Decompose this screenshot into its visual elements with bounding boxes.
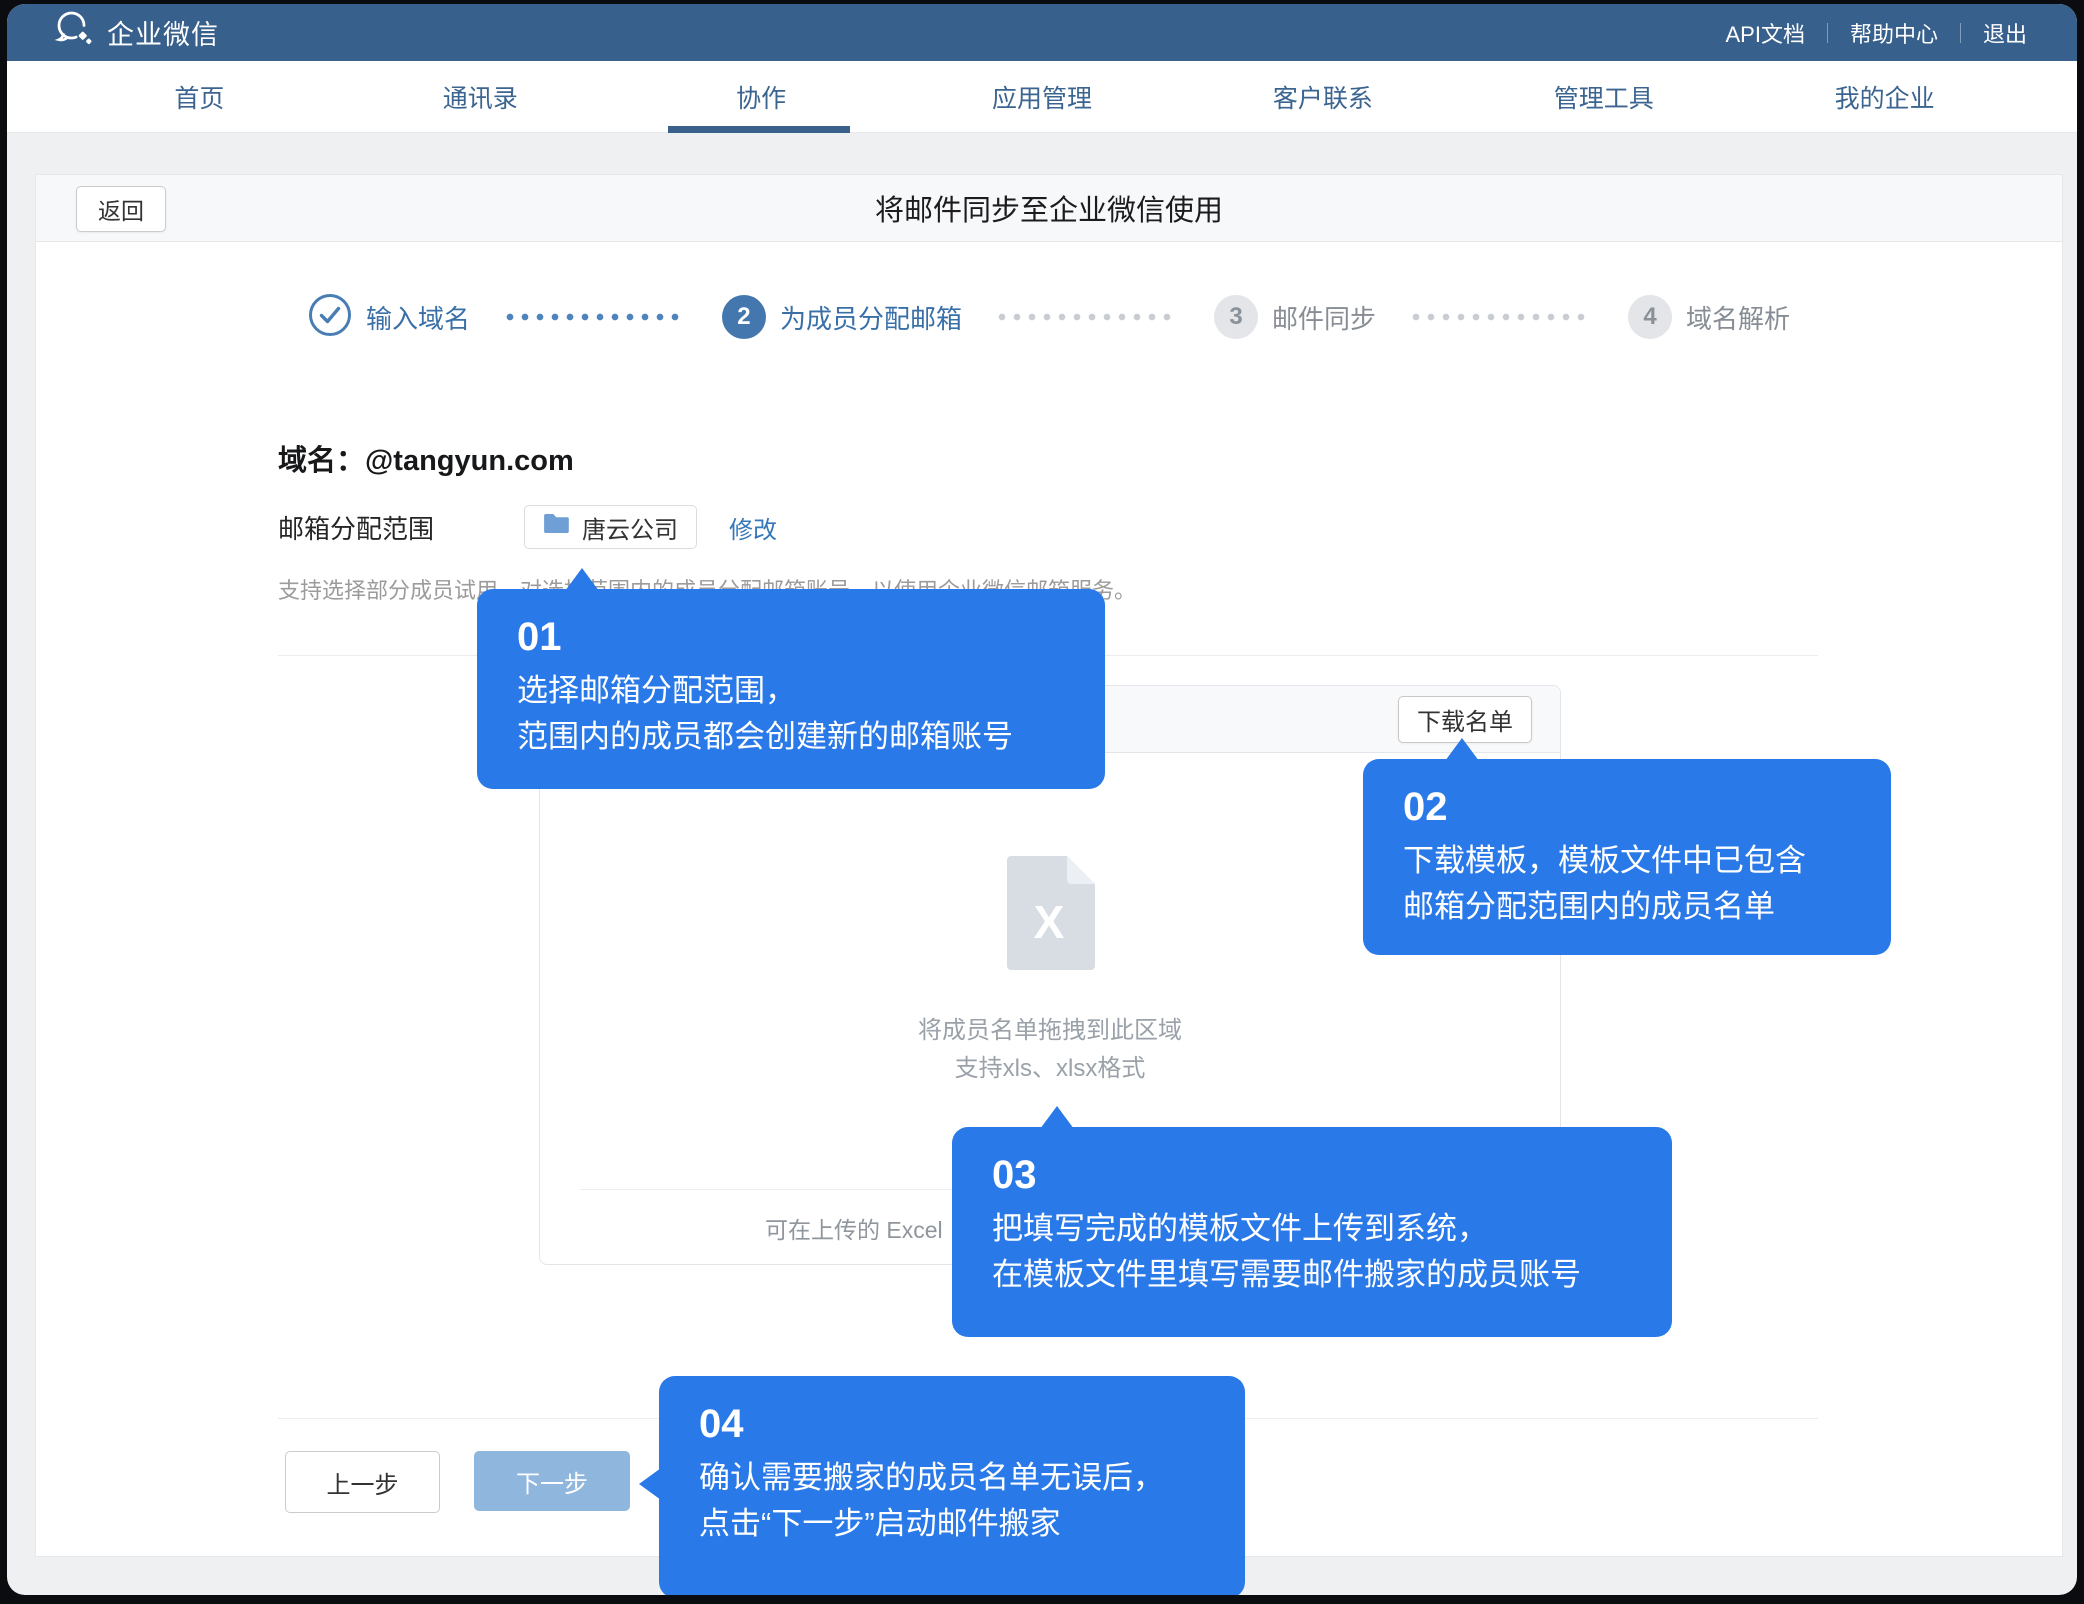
tooltip-text: 点击“下一步”启动邮件搬家 (699, 1501, 1205, 1547)
drop-instruction: 将成员名单拖拽到此区域 (540, 1010, 1560, 1045)
wizard-stepper: 输入域名 2 为成员分配邮箱 3 邮件同步 4 域名解析 (36, 293, 2062, 341)
guide-tooltip-03: 03 把填写完成的模板文件上传到系统， 在模板文件里填写需要邮件搬家的成员账号 (952, 1127, 1672, 1337)
guide-tooltip-04: 04 确认需要搬家的成员名单无误后， 点击“下一步”启动邮件搬家 (659, 1376, 1245, 1595)
brand-logo[interactable]: 企业微信 (53, 10, 219, 55)
tooltip-text: 邮箱分配范围内的成员名单 (1403, 884, 1851, 930)
tab-app-management[interactable]: 应用管理 (902, 61, 1183, 132)
stepper-connector (998, 313, 1178, 321)
tooltip-arrow-up (1040, 1106, 1074, 1129)
tooltip-number: 01 (517, 615, 1065, 660)
tooltip-number: 02 (1403, 785, 1851, 830)
panel-footer-note: 可在上传的 Excel (765, 1211, 943, 1245)
app-screen: 企业微信 API文档 帮助中心 退出 首页 通讯录 协作 应用管理 客户联系 管… (7, 4, 2077, 1595)
step-number-badge: 2 (722, 295, 766, 339)
tooltip-text: 范围内的成员都会创建新的邮箱账号 (517, 714, 1065, 760)
stepper-connector (506, 313, 686, 321)
previous-step-button[interactable]: 上一步 (285, 1451, 440, 1513)
tooltip-text: 选择邮箱分配范围， (517, 668, 1065, 714)
step-label: 域名解析 (1686, 299, 1790, 336)
scope-department-name: 唐云公司 (582, 510, 678, 545)
tooltip-number: 04 (699, 1402, 1205, 1447)
page-title: 将邮件同步至企业微信使用 (36, 175, 2062, 241)
excel-file-icon: X (1007, 856, 1095, 975)
step-number-badge: 4 (1628, 295, 1672, 339)
wechat-work-icon (53, 10, 95, 55)
drop-format-hint: 支持xls、xlsx格式 (540, 1048, 1560, 1083)
tab-collaboration[interactable]: 协作 (621, 61, 902, 132)
api-docs-link[interactable]: API文档 (1722, 17, 1809, 49)
step-label: 邮件同步 (1272, 299, 1376, 336)
tooltip-arrow-left (639, 1468, 661, 1500)
step-domain-resolution: 4 域名解析 (1628, 295, 1790, 339)
step-number-badge: 3 (1214, 295, 1258, 339)
topbar-links: API文档 帮助中心 退出 (1722, 17, 2032, 49)
tab-contacts[interactable]: 通讯录 (340, 61, 621, 132)
tooltip-arrow-up (565, 568, 599, 591)
topbar: 企业微信 API文档 帮助中心 退出 (7, 4, 2077, 61)
tab-management-tools[interactable]: 管理工具 (1463, 61, 1744, 132)
scope-department-chip[interactable]: 唐云公司 (524, 505, 697, 549)
logout-link[interactable]: 退出 (1979, 17, 2031, 49)
tooltip-text: 把填写完成的模板文件上传到系统， (992, 1206, 1632, 1252)
tooltip-text: 下载模板，模板文件中已包含 (1403, 838, 1851, 884)
tooltip-number: 03 (992, 1153, 1632, 1198)
active-tab-underline (668, 126, 850, 133)
next-step-button[interactable]: 下一步 (474, 1451, 630, 1511)
divider (1827, 23, 1828, 43)
divider (1960, 23, 1961, 43)
step-mail-sync: 3 邮件同步 (1214, 295, 1376, 339)
file-letter: X (1034, 896, 1065, 948)
guide-tooltip-02: 02 下载模板，模板文件中已包含 邮箱分配范围内的成员名单 (1363, 759, 1891, 955)
download-list-button[interactable]: 下载名单 (1398, 696, 1532, 743)
tooltip-text: 确认需要搬家的成员名单无误后， (699, 1455, 1205, 1501)
help-center-link[interactable]: 帮助中心 (1846, 17, 1942, 49)
tab-home[interactable]: 首页 (59, 61, 340, 132)
brand-name: 企业微信 (107, 13, 219, 52)
mailbox-scope-row: 邮箱分配范围 唐云公司 修改 (278, 505, 777, 549)
domain-line: 域名：@tangyun.com (278, 437, 574, 479)
tab-customer-contact[interactable]: 客户联系 (1182, 61, 1463, 132)
main-nav: 首页 通讯录 协作 应用管理 客户联系 管理工具 我的企业 (7, 61, 2077, 133)
guide-tooltip-01: 01 选择邮箱分配范围， 范围内的成员都会创建新的邮箱账号 (477, 589, 1105, 789)
window-frame: 企业微信 API文档 帮助中心 退出 首页 通讯录 协作 应用管理 客户联系 管… (0, 0, 2084, 1604)
domain-label: 域名： (278, 445, 365, 477)
scope-label: 邮箱分配范围 (278, 509, 434, 546)
step-assign-mailbox: 2 为成员分配邮箱 (722, 295, 962, 339)
step-label: 输入域名 (366, 299, 470, 336)
tab-my-company[interactable]: 我的企业 (1744, 61, 2025, 132)
step-enter-domain: 输入域名 (308, 293, 470, 342)
tooltip-text: 在模板文件里填写需要邮件搬家的成员账号 (992, 1252, 1632, 1298)
modify-link[interactable]: 修改 (729, 510, 777, 545)
domain-value: @tangyun.com (365, 445, 574, 477)
step-label: 为成员分配邮箱 (780, 299, 962, 336)
folder-icon (543, 512, 570, 542)
stepper-connector (1412, 313, 1592, 321)
tooltip-arrow-up (1445, 738, 1479, 761)
check-circle-icon (308, 293, 352, 342)
